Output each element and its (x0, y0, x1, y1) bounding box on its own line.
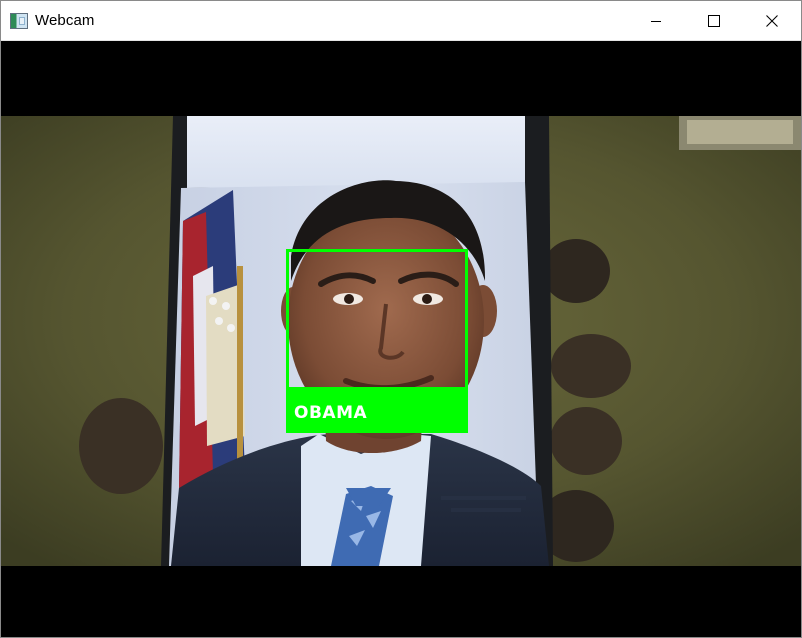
face-label-text: OBAMA (294, 403, 368, 423)
close-button[interactable] (743, 1, 801, 40)
minimize-icon (651, 20, 661, 22)
maximize-button[interactable] (685, 1, 743, 40)
webcam-app-icon (10, 12, 28, 29)
close-icon (766, 14, 778, 27)
maximize-icon (708, 14, 720, 27)
window-title: Webcam (35, 12, 95, 29)
title-bar[interactable]: Webcam (1, 1, 801, 41)
webcam-window: Webcam OBAMA (0, 0, 802, 638)
window-controls (627, 1, 801, 40)
webcam-video-feed: OBAMA (1, 41, 801, 637)
minimize-button[interactable] (627, 1, 685, 40)
